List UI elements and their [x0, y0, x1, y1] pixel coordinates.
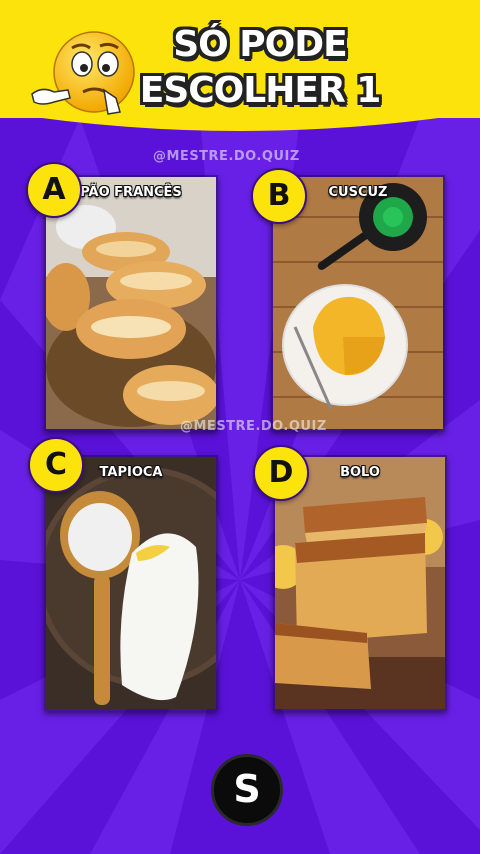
watermark-middle: @MESTRE.DO.QUIZ — [180, 419, 327, 434]
option-badge-a: A — [26, 162, 82, 218]
option-card-c[interactable]: TAPIOCA — [44, 455, 218, 711]
watermark-top: @MESTRE.DO.QUIZ — [153, 149, 300, 164]
cake-image — [275, 457, 445, 709]
option-badge-b: B — [251, 168, 307, 224]
option-badge-c: C — [28, 437, 84, 493]
thinking-face-icon — [31, 31, 135, 115]
brand-logo: S — [211, 754, 283, 826]
title-line-2: ESCOLHER 1 — [139, 70, 382, 111]
title-line-1: SÓ PODE — [173, 24, 348, 65]
option-badge-d: D — [253, 445, 309, 501]
option-card-a[interactable]: PÃO FRANCÊS — [44, 175, 218, 431]
tapioca-image — [46, 457, 216, 709]
quiz-title: SÓ PODE ESCOLHER 1 — [130, 22, 390, 114]
bread-rolls-image — [46, 177, 216, 429]
